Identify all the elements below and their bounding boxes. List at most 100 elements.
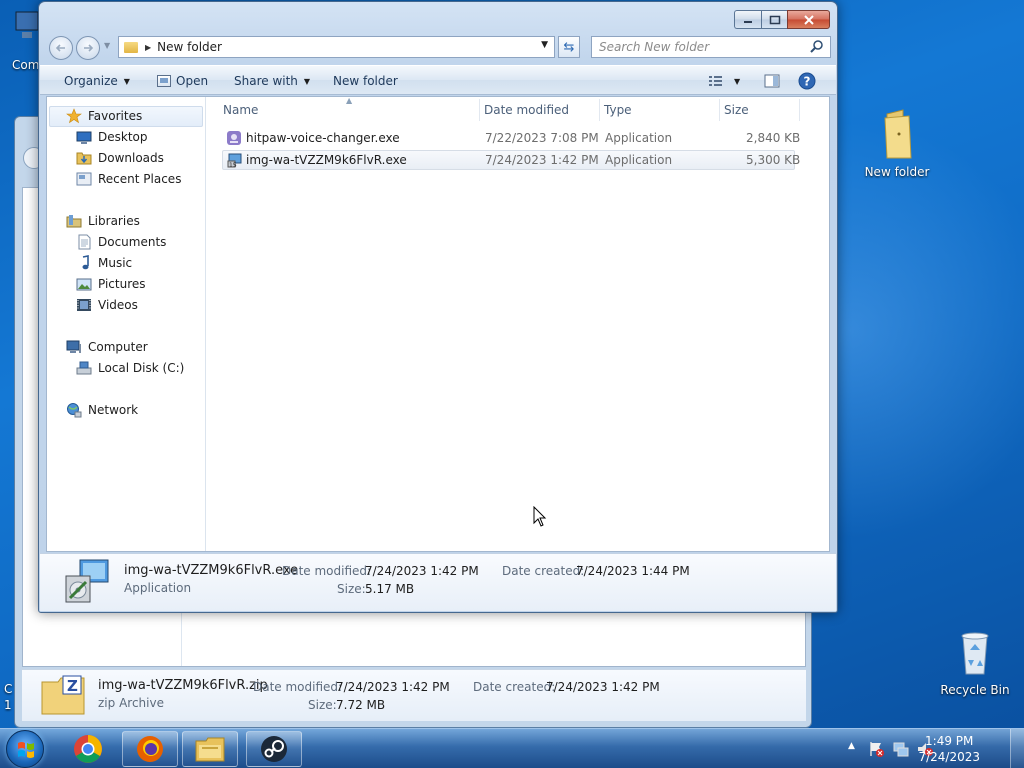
- taskbar-firefox-button[interactable]: [122, 731, 178, 767]
- search-placeholder[interactable]: Search New folder: [599, 40, 709, 54]
- clock-time: 1:49 PM: [925, 734, 974, 748]
- file-row[interactable]: hitpaw-voice-changer.exe 7/22/2023 7:08 …: [222, 129, 800, 149]
- nav-item-favorites[interactable]: Favorites: [66, 108, 142, 124]
- column-header-type[interactable]: Type: [604, 97, 632, 123]
- details-date-modified: 7/24/2023 1:42 PM: [336, 680, 450, 694]
- organize-menu[interactable]: Organize ▼: [64, 66, 130, 96]
- chevron-down-icon[interactable]: ▼: [734, 77, 740, 86]
- details-file-type: Application: [124, 581, 192, 595]
- column-header-date-modified[interactable]: Date modified: [484, 97, 569, 123]
- nav-item-local-disk[interactable]: Local Disk (C:): [76, 360, 184, 376]
- show-hidden-icons-button[interactable]: ▲: [848, 741, 855, 751]
- nav-label: Documents: [98, 235, 167, 249]
- column-divider[interactable]: [599, 99, 600, 121]
- back-button[interactable]: [49, 36, 73, 60]
- star-icon: [66, 108, 82, 124]
- forward-arrow-icon: [84, 44, 94, 52]
- details-date-modified-label: Date modified:: [282, 564, 372, 578]
- preview-pane-button[interactable]: [764, 66, 780, 96]
- windows-explorer-icon: [195, 737, 225, 762]
- system-clock[interactable]: 1:49 PM 7/24/2023: [918, 733, 980, 765]
- nav-item-pictures[interactable]: Pictures: [76, 276, 146, 292]
- partial-left-text: C: [4, 682, 13, 696]
- network-icon: [67, 403, 82, 418]
- minimize-button[interactable]: [734, 10, 761, 29]
- clock-date: 7/24/2023: [918, 750, 980, 764]
- address-bar[interactable]: ▶ New folder ▼: [118, 36, 555, 58]
- desktop-icon-label: Recycle Bin: [940, 683, 1010, 697]
- refresh-button[interactable]: ⇆: [558, 36, 580, 58]
- nav-item-recent-places[interactable]: Recent Places: [76, 171, 181, 187]
- nav-label: Local Disk (C:): [98, 361, 185, 375]
- breadcrumb-separator-icon[interactable]: ▶: [145, 43, 151, 52]
- computer-icon: [66, 340, 81, 353]
- change-view-button[interactable]: ▼: [708, 66, 740, 96]
- recycle-bin-icon: [961, 632, 989, 675]
- forward-button[interactable]: [76, 36, 100, 60]
- close-button[interactable]: [787, 10, 830, 29]
- open-icon: [157, 75, 171, 87]
- details-date-created: 7/24/2023 1:42 PM: [546, 680, 660, 694]
- mouse-cursor-icon: [533, 506, 547, 527]
- svg-text:?: ?: [804, 75, 811, 89]
- explorer-window[interactable]: ▼ ▶ New folder ▼ ⇆ Search New folder Org…: [38, 1, 838, 613]
- chevron-down-icon: ▼: [123, 76, 130, 86]
- desktop-icon: [76, 131, 92, 144]
- start-button[interactable]: [6, 730, 44, 768]
- network-status-icon[interactable]: [892, 740, 910, 758]
- column-header-label: Size: [724, 103, 749, 117]
- desktop-icon-recycle-bin[interactable]: Recycle Bin: [935, 628, 1015, 697]
- taskbar-steam-button[interactable]: [246, 731, 302, 767]
- column-header-size[interactable]: Size: [724, 97, 749, 123]
- column-divider[interactable]: [799, 99, 800, 121]
- windows-logo-icon: [18, 742, 34, 758]
- maximize-button[interactable]: [761, 10, 787, 29]
- details-file-name: img-wa-tVZZM9k6FlvR.exe: [124, 563, 299, 578]
- nav-item-network[interactable]: Network: [66, 402, 138, 418]
- file-type: Application: [605, 131, 673, 145]
- hitpaw-app-icon: [227, 131, 241, 145]
- nav-item-libraries[interactable]: Libraries: [66, 213, 140, 229]
- search-icon[interactable]: [809, 39, 825, 55]
- nav-item-videos[interactable]: Videos: [76, 297, 138, 313]
- breadcrumb-current-folder[interactable]: New folder: [157, 40, 222, 54]
- column-divider[interactable]: [479, 99, 480, 121]
- partial-icon-label: Com: [12, 58, 40, 72]
- details-date-created-label: Date created:: [502, 564, 585, 578]
- recent-pages-dropdown-icon[interactable]: ▼: [104, 41, 110, 50]
- action-center-flag-icon[interactable]: [868, 740, 886, 758]
- hard-drive-icon: [76, 361, 92, 375]
- minimize-icon: [744, 20, 752, 23]
- nav-item-desktop[interactable]: Desktop: [76, 129, 148, 145]
- downloads-folder-icon: [76, 152, 92, 165]
- nav-item-computer[interactable]: Computer: [66, 339, 148, 355]
- chrome-icon: [74, 735, 102, 763]
- preview-pane-icon: [764, 74, 780, 88]
- desktop-icon-label: New folder: [864, 165, 930, 179]
- column-divider[interactable]: [719, 99, 720, 121]
- share-with-menu[interactable]: Share with ▼: [234, 66, 310, 96]
- desktop-icon-new-folder[interactable]: New folder: [857, 108, 937, 179]
- nav-item-documents[interactable]: Documents: [76, 234, 166, 250]
- column-header-name[interactable]: Name: [223, 97, 258, 123]
- show-desktop-button[interactable]: [1010, 729, 1024, 768]
- background-details-pane: Z img-wa-tVZZM9k6FlvR.zip zip Archive Da…: [22, 669, 806, 721]
- videos-icon: [77, 299, 91, 311]
- taskbar: ▲ 1:49 PM 7/24/2023: [0, 728, 1024, 768]
- taskbar-chrome-button[interactable]: [60, 731, 116, 767]
- nav-item-downloads[interactable]: Downloads: [76, 150, 164, 166]
- new-folder-button[interactable]: New folder: [333, 66, 398, 96]
- open-button[interactable]: Open: [157, 66, 208, 96]
- file-row-selected[interactable]: 15 img-wa-tVZZM9k6FlvR.exe 7/24/2023 1:4…: [222, 150, 800, 170]
- details-file-name: img-wa-tVZZM9k6FlvR.zip: [98, 678, 268, 693]
- partial-desktop-icon[interactable]: Com: [0, 0, 40, 80]
- steam-icon: [261, 736, 287, 762]
- chevron-down-icon: ▼: [303, 76, 311, 86]
- address-dropdown-icon[interactable]: ▼: [541, 40, 548, 50]
- help-button[interactable]: ?: [798, 66, 816, 96]
- nav-label: Desktop: [98, 130, 148, 144]
- taskbar-explorer-button[interactable]: [182, 731, 238, 767]
- nav-item-music[interactable]: Music: [76, 255, 132, 271]
- search-box[interactable]: Search New folder: [591, 36, 831, 58]
- system-tray: ▲ 1:49 PM 7/24/2023: [834, 729, 1024, 768]
